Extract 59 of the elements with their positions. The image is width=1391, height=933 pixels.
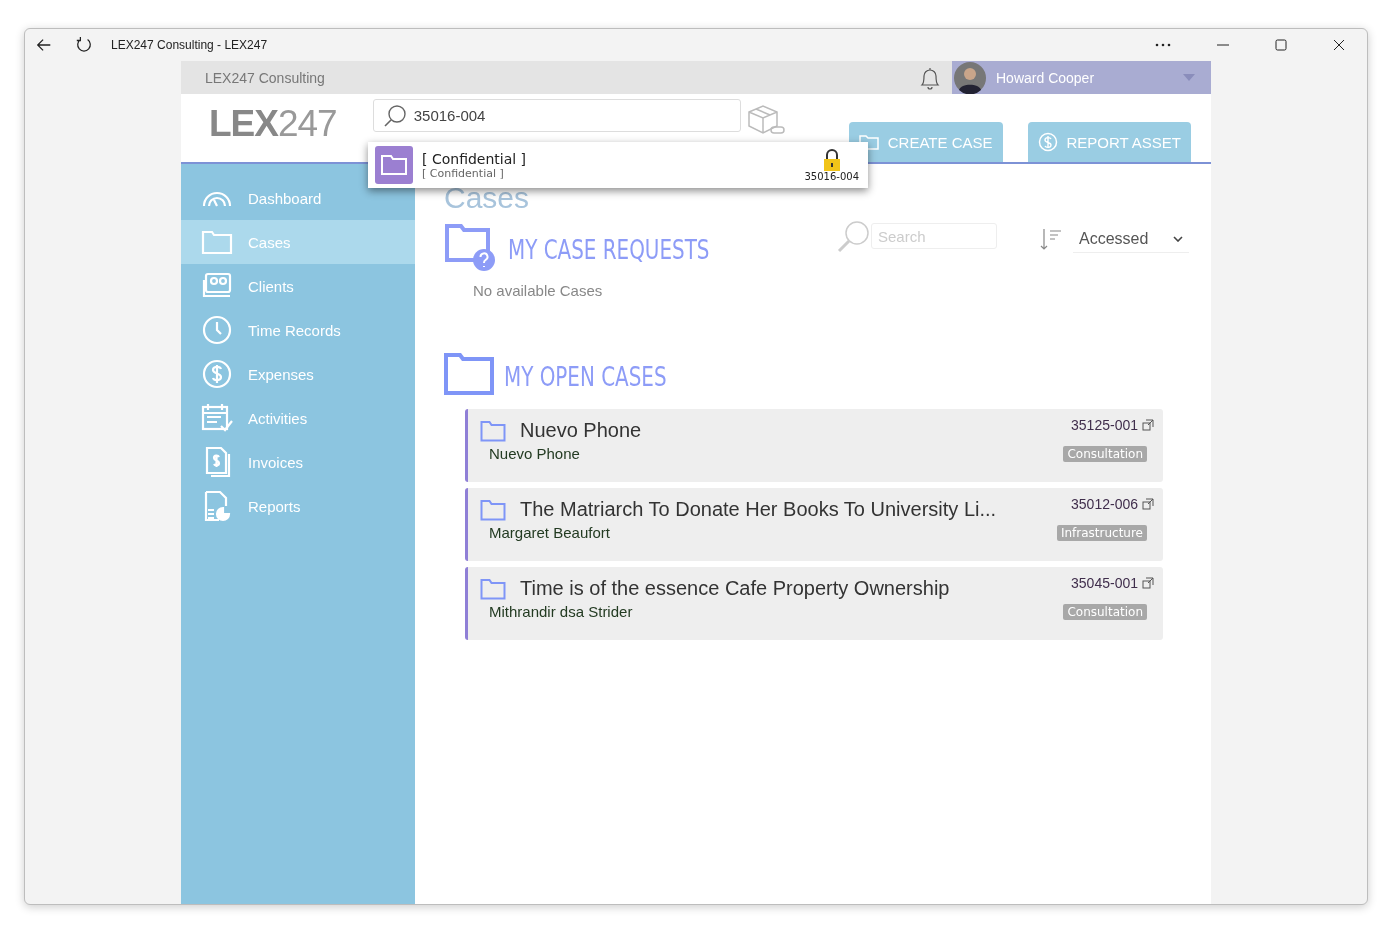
- refresh-icon[interactable]: [75, 36, 93, 54]
- client-name: Mithrandir dsa Strider: [489, 603, 633, 620]
- external-link-icon[interactable]: [1142, 497, 1154, 510]
- case-card[interactable]: Time is of the essence Cafe Property Ownership 35045-001 Mithrandir dsa Strider Consultation: [465, 567, 1163, 640]
- result-subtitle: [ Confidential ]: [422, 166, 505, 180]
- avatar: [954, 61, 986, 94]
- maximize-icon[interactable]: [1275, 39, 1287, 51]
- client-name: Margaret Beaufort: [489, 524, 610, 541]
- chevron-down-icon: [1173, 235, 1183, 242]
- dollar-icon: [201, 358, 233, 390]
- window-title: LEX247 Consulting - LEX247: [111, 38, 268, 52]
- case-title: Time is of the essence Cafe Property Ownership: [520, 577, 950, 600]
- sidebar-item[interactable]: Time Records: [181, 308, 415, 352]
- search-result[interactable]: [ Confidential ] [ Confidential ] 35016-004: [368, 142, 868, 188]
- sort-dropdown[interactable]: Accessed: [1073, 225, 1189, 253]
- case-title: The Matriarch To Donate Her Books To University Li...: [520, 498, 997, 521]
- folder-icon: [480, 577, 506, 600]
- case-tag: Infrastructure: [1056, 524, 1147, 541]
- logo: LEX247: [209, 103, 337, 145]
- result-number: 35016-004: [804, 170, 859, 182]
- case-number: 35045-001: [1071, 574, 1138, 591]
- client-name: Nuevo Phone: [489, 445, 580, 462]
- search-icon: [382, 103, 407, 128]
- external-link-icon[interactable]: [1142, 576, 1154, 589]
- case-title: Nuevo Phone: [520, 419, 642, 442]
- user-menu[interactable]: Howard Cooper: [952, 61, 1211, 94]
- sidebar-item[interactable]: Reports: [181, 484, 415, 528]
- result-title: [ Confidential ]: [422, 150, 527, 167]
- sidebar-item[interactable]: Activities: [181, 396, 415, 440]
- more-icon[interactable]: [1155, 43, 1171, 47]
- external-link-icon[interactable]: [1142, 418, 1154, 431]
- sidebar-item[interactable]: Expenses: [181, 352, 415, 396]
- case-tag: Consultation: [1063, 445, 1147, 462]
- sidebar-item[interactable]: Cases: [181, 220, 415, 264]
- search-icon: [837, 219, 871, 253]
- report-asset-button[interactable]: REPORT ASSET: [1027, 122, 1191, 162]
- calendar-icon: [201, 402, 233, 434]
- close-icon[interactable]: [1333, 39, 1345, 51]
- sidebar-item[interactable]: Invoices: [181, 440, 415, 484]
- case-number: 35125-001: [1071, 416, 1138, 433]
- empty-message: No available Cases: [473, 282, 604, 299]
- company-name: LEX247 Consulting: [205, 69, 325, 86]
- caret-icon: [1183, 74, 1195, 81]
- clock-icon: [201, 314, 233, 346]
- section-title: MY OPEN CASES: [504, 360, 667, 392]
- folder-icon: [480, 498, 506, 521]
- case-card[interactable]: Nuevo Phone 35125-001 Nuevo Phone Consultation: [465, 409, 1163, 482]
- search-field[interactable]: 35016-004: [372, 98, 741, 132]
- case-number: 35012-006: [1071, 495, 1138, 512]
- back-icon[interactable]: [35, 36, 53, 54]
- folder-icon: [444, 351, 494, 395]
- folder-icon: [480, 419, 506, 442]
- case-tag: Consultation: [1063, 603, 1147, 620]
- case-card[interactable]: The Matriarch To Donate Her Books To University Li... 35012-006 Margaret Beaufort Infrastructure: [465, 488, 1163, 561]
- sidebar-item[interactable]: Clients: [181, 264, 415, 308]
- section-title: MY CASE REQUESTS: [508, 233, 710, 265]
- folder-icon: [375, 146, 413, 184]
- create-case-button[interactable]: CREATE CASE: [848, 122, 1003, 162]
- dollar-icon: [1037, 132, 1058, 152]
